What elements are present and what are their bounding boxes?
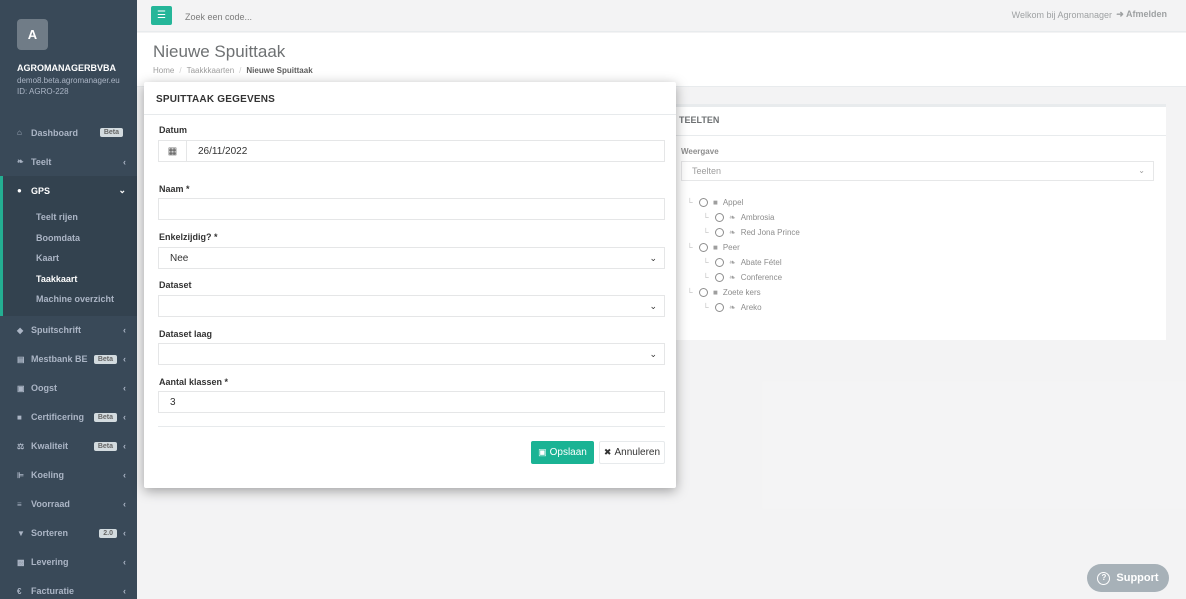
modal-title: SPUITTAAK GEGEVENS [156, 94, 275, 105]
save-label: Opslaan [549, 447, 587, 458]
datum-field[interactable]: 26/11/2022 [186, 140, 665, 162]
spuittaak-modal: SPUITTAAK GEGEVENS Datum ▦ 26/11/2022 Na… [144, 82, 676, 488]
dataset-label: Dataset [159, 280, 192, 290]
save-button[interactable]: ▣ Opslaan [531, 441, 594, 464]
enkelzijdig-label: Enkelzijdig? * [159, 232, 218, 242]
chevron-down-icon: ⌄ [649, 301, 657, 311]
naam-label: Naam * [159, 184, 190, 194]
calendar-icon[interactable]: ▦ [158, 140, 186, 162]
klassen-field[interactable]: 3 [158, 391, 665, 413]
support-button[interactable]: ? Support [1087, 564, 1169, 592]
divider [158, 426, 665, 427]
datum-label: Datum [159, 125, 188, 135]
klassen-label: Aantal klassen * [159, 377, 229, 387]
dataset-select[interactable]: ⌄ [158, 295, 665, 317]
chevron-down-icon: ⌄ [649, 349, 657, 359]
dataset-laag-select[interactable]: ⌄ [158, 343, 665, 365]
cancel-button[interactable]: ✖ Annuleren [599, 441, 665, 464]
floppy-icon: ▣ [538, 447, 547, 457]
close-icon: ✖ [603, 447, 612, 457]
naam-field[interactable] [158, 198, 665, 220]
dataset-laag-label: Dataset laag [159, 329, 213, 339]
chevron-down-icon: ⌄ [649, 253, 657, 263]
question-icon: ? [1097, 571, 1111, 585]
enkelzijdig-select[interactable]: Nee ⌄ [158, 247, 665, 269]
support-label: Support [1116, 572, 1159, 584]
enkelzijdig-value: Nee [170, 253, 189, 264]
cancel-label: Annuleren [614, 447, 661, 458]
divider [144, 114, 676, 115]
